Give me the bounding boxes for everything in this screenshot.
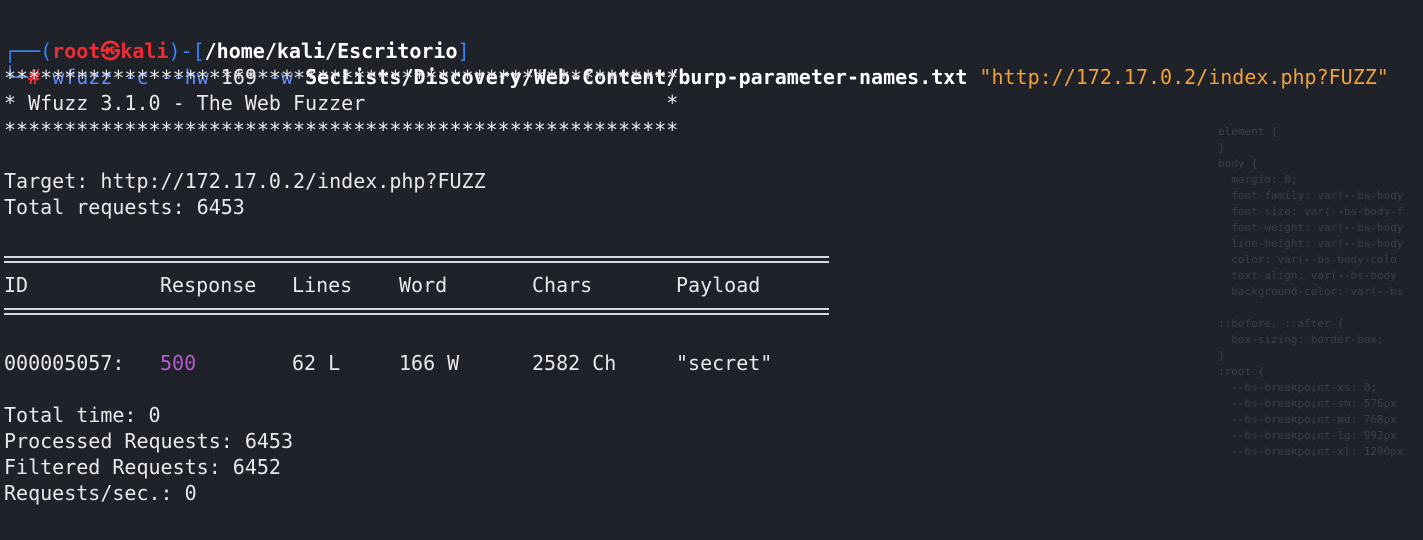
header-chars: Chars <box>532 273 593 297</box>
table-rule-bottom-2 <box>4 313 829 315</box>
banner-stars-top: ****************************************… <box>4 66 679 90</box>
banner-stars-bottom: ****************************************… <box>4 118 679 142</box>
row-response: 500 <box>160 351 197 375</box>
background-ghost-text: element { } body { margin: 0; font-famil… <box>1218 125 1404 458</box>
target-line: Target: http://172.17.0.2/index.php?FUZZ <box>4 169 486 193</box>
command-url: "http://172.17.0.2/index.php?FUZZ" <box>979 65 1389 89</box>
table-rule-top-2 <box>4 261 829 263</box>
row-lines: 62 L <box>292 351 341 375</box>
command-line: └─# wfuzz -c --hw 169 -w SecLists/Discov… <box>4 38 1389 89</box>
summary-processed: Processed Requests: 6453 <box>4 429 293 453</box>
prompt-line: ┌──(root㉿kali)-[/home/kali/Escritorio] <box>4 12 470 63</box>
table-rule-top <box>4 256 829 258</box>
header-lines: Lines <box>292 273 353 297</box>
total-requests-line: Total requests: 6453 <box>4 195 245 219</box>
row-id: 000005057: <box>4 351 125 375</box>
header-payload: Payload <box>676 273 761 297</box>
summary-filtered: Filtered Requests: 6452 <box>4 455 281 479</box>
header-id: ID <box>4 273 29 297</box>
summary-total-time: Total time: 0 <box>4 403 161 427</box>
row-word: 166 W <box>399 351 460 375</box>
row-chars: 2582 Ch <box>532 351 617 375</box>
header-word: Word <box>399 273 448 297</box>
banner-title: * Wfuzz 3.1.0 - The Web Fuzzer * <box>4 91 679 115</box>
row-payload: "secret" <box>676 351 773 375</box>
summary-rate: Requests/sec.: 0 <box>4 481 197 505</box>
table-rule-bottom <box>4 308 829 310</box>
header-response: Response <box>160 273 257 297</box>
